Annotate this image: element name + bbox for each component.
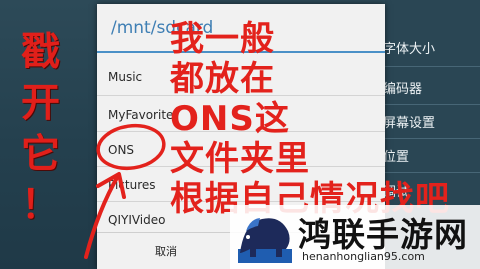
site-watermark: 鸿联手游网 henanhonglian95.com (230, 205, 480, 269)
bg-item-encoder[interactable]: 编码器 (383, 78, 422, 97)
folder-item-qiyivideo[interactable]: QIYIVideo (108, 213, 165, 227)
bg-divider (378, 172, 480, 173)
folder-item-pictures[interactable]: Pictures (108, 178, 156, 192)
overlay-text-line-1: 我一般 (170, 19, 275, 59)
bg-item-font-size[interactable]: 字体大小 (383, 38, 435, 57)
overlay-text-line-4: 文件夹里 (170, 139, 310, 179)
side-annotation-char-4: ！ (21, 182, 61, 228)
side-annotation-char-3: 它 (21, 131, 61, 177)
bg-divider (378, 138, 480, 139)
cancel-button-label: 取消 (155, 245, 177, 258)
overlay-text-line-3: ONS这 (170, 99, 290, 139)
bg-item-screen-settings[interactable]: 屏幕设置 (383, 112, 435, 131)
bg-divider (378, 104, 480, 105)
watermark-url: henanhonglian95.com (302, 250, 425, 263)
folder-item-myfavorite[interactable]: MyFavorite (108, 108, 173, 122)
folder-item-ons[interactable]: ONS (108, 143, 134, 157)
bison-logo-icon (238, 218, 292, 263)
side-annotation-char-1: 戳 (21, 29, 61, 75)
overlay-text-line-2: 都放在 (170, 59, 275, 99)
side-annotation-char-2: 开 (21, 80, 61, 126)
bg-divider (378, 66, 480, 67)
bg-item-position[interactable]: 位置 (383, 146, 409, 165)
watermark-site-name: 鸿联手游网 (298, 215, 468, 254)
folder-item-music[interactable]: Music (108, 70, 142, 84)
